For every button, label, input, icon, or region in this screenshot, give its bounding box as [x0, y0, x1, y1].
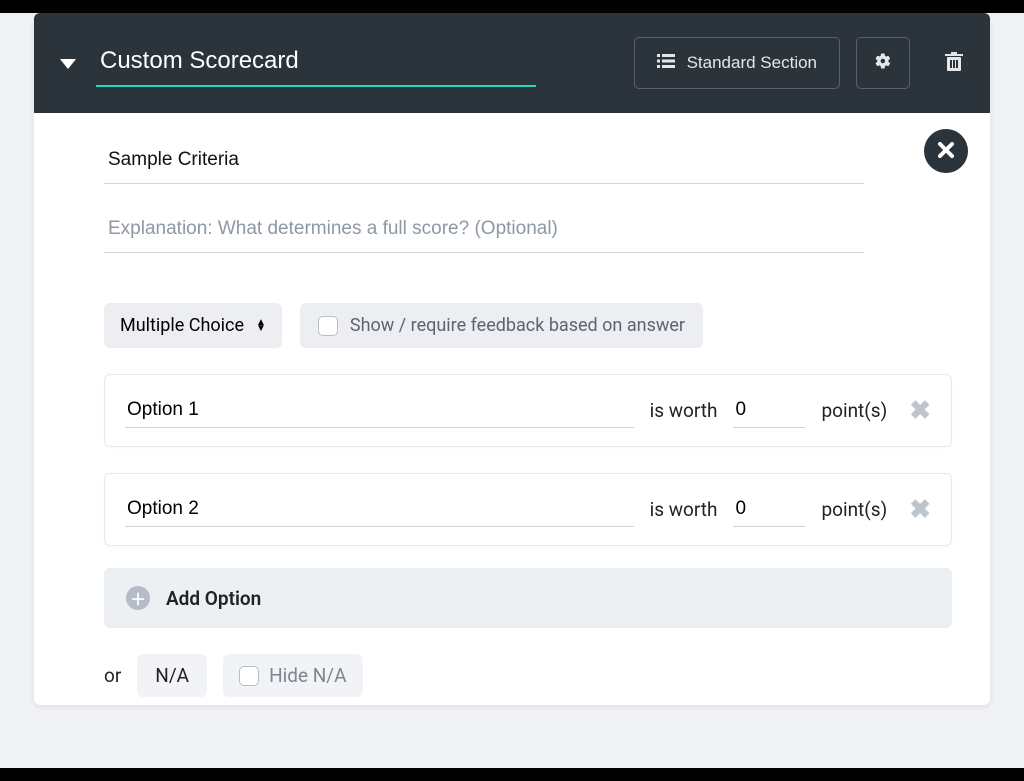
trash-icon: [945, 52, 963, 75]
gear-icon: [874, 52, 892, 75]
option-points-input[interactable]: [733, 393, 805, 428]
remove-criteria-button[interactable]: [924, 129, 968, 173]
add-option-label: Add Option: [166, 587, 261, 610]
close-icon: ✖: [909, 396, 931, 426]
plus-circle-icon: ＋: [126, 586, 150, 610]
points-unit-label: point(s): [821, 399, 887, 422]
remove-option-button[interactable]: ✖: [909, 396, 931, 426]
section-title-input[interactable]: [96, 39, 536, 87]
hide-na-toggle[interactable]: Hide N/A: [223, 654, 362, 697]
caret-down-icon: [60, 54, 76, 73]
section-settings-button[interactable]: [856, 37, 910, 89]
updown-icon: ▲▼: [256, 320, 266, 332]
delete-section-button[interactable]: [934, 43, 974, 83]
or-label: or: [104, 664, 121, 687]
na-chip[interactable]: N/A: [137, 654, 207, 697]
close-icon: [938, 139, 954, 163]
list-icon: [657, 53, 675, 73]
hide-na-checkbox[interactable]: [239, 666, 259, 686]
points-unit-label: point(s): [821, 498, 887, 521]
is-worth-label: is worth: [650, 399, 718, 422]
criteria-explanation-input[interactable]: [104, 206, 864, 253]
feedback-toggle[interactable]: Show / require feedback based on answer: [300, 303, 703, 348]
close-icon: ✖: [909, 495, 931, 525]
option-row: is worth point(s) ✖: [104, 374, 952, 447]
card-header: Standard Section: [34, 13, 990, 113]
remove-option-button[interactable]: ✖: [909, 495, 931, 525]
collapse-toggle[interactable]: [56, 54, 80, 73]
option-points-input[interactable]: [733, 492, 805, 527]
card-body: Multiple Choice ▲▼ Show / require feedba…: [34, 113, 990, 705]
option-row: is worth point(s) ✖: [104, 473, 952, 546]
standard-section-label: Standard Section: [687, 53, 817, 73]
criteria-name-input[interactable]: [104, 137, 864, 184]
question-type-select[interactable]: Multiple Choice ▲▼: [104, 303, 282, 348]
feedback-checkbox[interactable]: [318, 316, 338, 336]
option-label-input[interactable]: [125, 492, 634, 527]
is-worth-label: is worth: [650, 498, 718, 521]
standard-section-button[interactable]: Standard Section: [634, 37, 840, 89]
add-option-button[interactable]: ＋ Add Option: [104, 568, 952, 628]
na-row: or N/A Hide N/A: [104, 654, 954, 697]
feedback-toggle-label: Show / require feedback based on answer: [350, 315, 685, 336]
scorecard-card: Standard Section: [34, 13, 990, 705]
question-type-label: Multiple Choice: [120, 315, 244, 336]
hide-na-label: Hide N/A: [269, 664, 346, 687]
option-label-input[interactable]: [125, 393, 634, 428]
